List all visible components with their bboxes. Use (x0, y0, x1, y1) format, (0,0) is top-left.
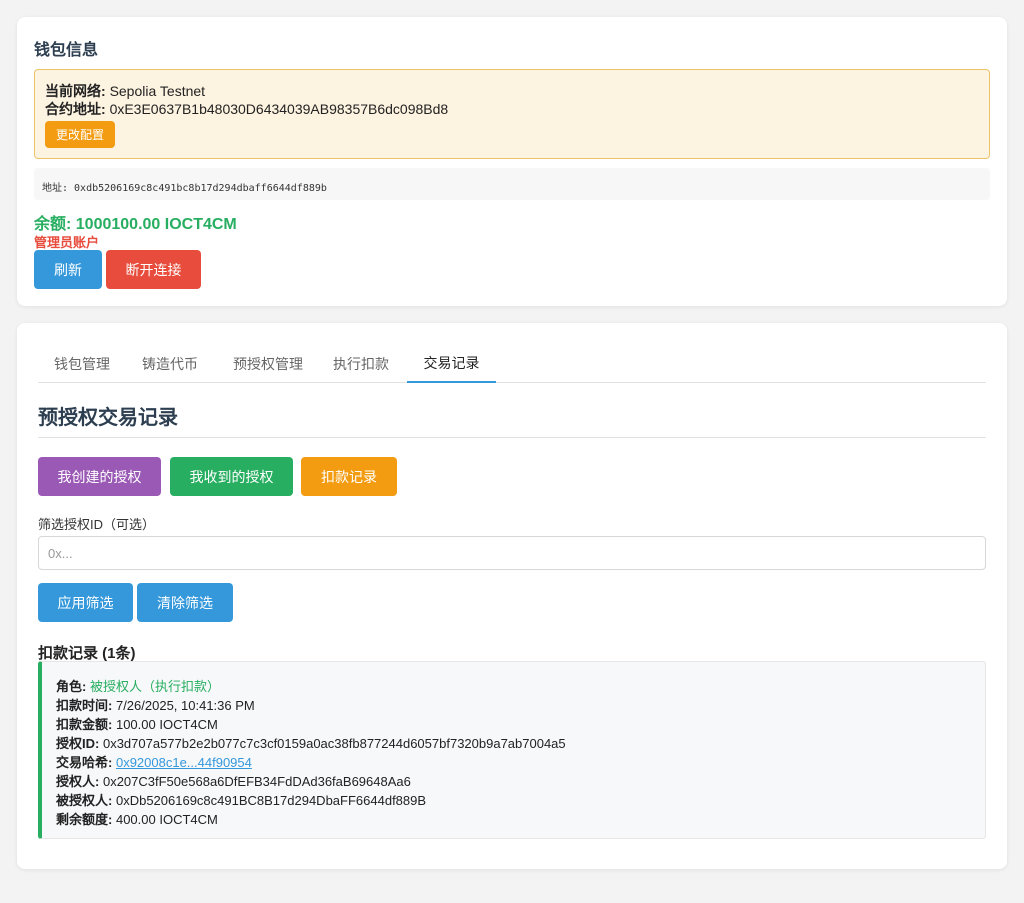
clear-filter-button[interactable]: 清除筛选 (137, 583, 233, 622)
record-tx-hash: 交易哈希: 0x92008c1e...44f90954 (56, 752, 252, 771)
balance-text: 余额: 1000100.00 IOCT4CM (34, 216, 237, 233)
section-divider (38, 437, 986, 438)
record-time: 扣款时间: 7/26/2025, 10:41:36 PM (56, 695, 255, 714)
record-role: 角色: 被授权人（执行扣款） (56, 676, 220, 695)
record-grantor-value: 0x207C3fF50e568a6DfEFB34FdDAd36faB69648A… (102, 774, 411, 789)
tab-pre-authorization[interactable]: 预授权管理 (218, 345, 318, 383)
record-tx-hash-label: 交易哈希: (56, 755, 113, 770)
contract-address: 0xE3E0637B1b48030D6434039AB98357B6dc098B… (109, 101, 449, 117)
tab-bar: 钱包管理 铸造代币 预授权管理 执行扣款 交易记录 (38, 345, 986, 383)
wallet-info-card: 钱包信息 当前网络: Sepolia Testnet 合约地址: 0xE3E06… (17, 17, 1007, 306)
refresh-button[interactable]: 刷新 (34, 250, 102, 289)
record-grantee-label: 被授权人: (56, 793, 113, 808)
record-auth-id: 授权ID: 0x3d707a577b2e2b077c7c3cf0159a0ac3… (56, 733, 566, 752)
tx-hash-link[interactable]: 0x92008c1e...44f90954 (116, 755, 252, 770)
record-auth-id-value: 0x3d707a577b2e2b077c7c3cf0159a0ac38fb877… (102, 736, 566, 751)
record-remaining-label: 剩余额度: (56, 812, 113, 827)
filter-auth-id-input[interactable] (38, 536, 986, 570)
deduction-records-button[interactable]: 扣款记录 (301, 457, 397, 496)
records-title: 扣款记录 (1条) (38, 645, 136, 662)
admin-account-label: 管理员账户 (34, 235, 100, 250)
deduction-record: 角色: 被授权人（执行扣款） 扣款时间: 7/26/2025, 10:41:36… (38, 661, 986, 839)
record-role-label: 角色: (56, 679, 87, 694)
record-amount: 扣款金额: 100.00 IOCT4CM (56, 714, 218, 733)
record-amount-label: 扣款金额: (56, 717, 113, 732)
filter-label: 筛选授权ID（可选） (38, 517, 156, 532)
wallet-title: 钱包信息 (34, 42, 99, 59)
wallet-address: 地址: 0xdb5206169c8c491bc8b17d294dbaff6644… (34, 168, 990, 200)
disconnect-button[interactable]: 断开连接 (106, 250, 201, 289)
network-value: Sepolia Testnet (109, 83, 206, 99)
record-grantee: 被授权人: 0xDb5206169c8c491BC8B17d294DbaFF66… (56, 790, 426, 809)
change-config-button[interactable]: 更改配置 (45, 121, 115, 148)
contract-label: 合约地址: (45, 101, 106, 117)
record-grantee-value: 0xDb5206169c8c491BC8B17d294DbaFF6644df88… (115, 793, 427, 808)
tab-mint-token[interactable]: 铸造代币 (130, 345, 210, 383)
record-remaining: 剩余额度: 400.00 IOCT4CM (56, 809, 218, 828)
record-remaining-value: 400.00 IOCT4CM (115, 812, 218, 827)
network-label: 当前网络: (45, 83, 106, 99)
record-auth-id-label: 授权ID: (56, 736, 100, 751)
apply-filter-button[interactable]: 应用筛选 (38, 583, 133, 622)
network-info-box: 当前网络: Sepolia Testnet 合约地址: 0xE3E0637B1b… (34, 69, 990, 159)
network-line: 当前网络: Sepolia Testnet (45, 81, 205, 101)
my-created-auth-button[interactable]: 我创建的授权 (38, 457, 161, 496)
record-time-value: 7/26/2025, 10:41:36 PM (115, 698, 255, 713)
record-role-value: 被授权人（执行扣款） (89, 679, 220, 694)
tab-transaction-records[interactable]: 交易记录 (407, 345, 496, 383)
record-grantor: 授权人: 0x207C3fF50e568a6DfEFB34FdDAd36faB6… (56, 771, 411, 790)
record-amount-value: 100.00 IOCT4CM (115, 717, 218, 732)
tab-wallet-management[interactable]: 钱包管理 (38, 345, 126, 383)
record-time-label: 扣款时间: (56, 698, 113, 713)
contract-line: 合约地址: 0xE3E0637B1b48030D6434039AB98357B6… (45, 99, 448, 119)
record-grantor-label: 授权人: (56, 774, 100, 789)
transaction-card: 钱包管理 铸造代币 预授权管理 执行扣款 交易记录 预授权交易记录 我创建的授权… (17, 323, 1007, 869)
section-title: 预授权交易记录 (38, 407, 178, 429)
my-received-auth-button[interactable]: 我收到的授权 (170, 457, 293, 496)
tab-execute-deduction[interactable]: 执行扣款 (321, 345, 401, 383)
